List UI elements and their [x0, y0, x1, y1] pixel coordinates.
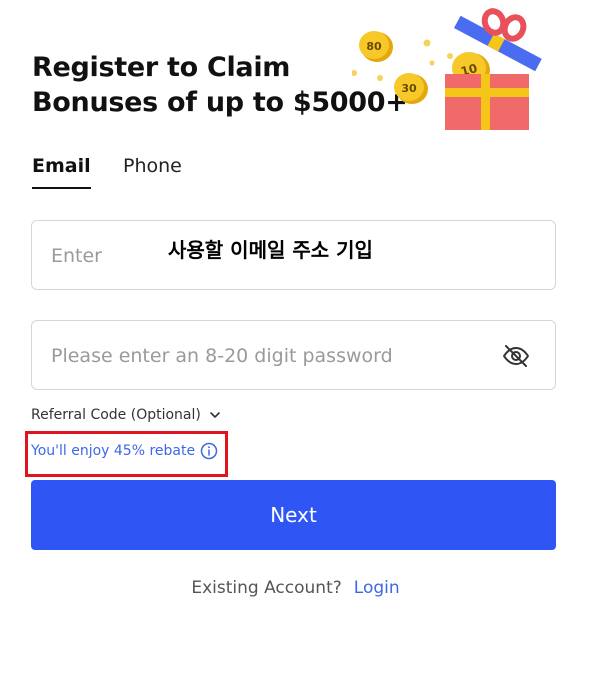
coin-dot: [352, 70, 357, 76]
coin-30: 30: [394, 73, 428, 104]
login-link[interactable]: Login: [354, 578, 400, 598]
existing-account-text: Existing Account?: [191, 578, 342, 598]
rebate-text: You'll enjoy 45% rebate: [31, 443, 196, 459]
password-field[interactable]: Please enter an 8-20 digit password: [31, 320, 556, 390]
coin-80-label: 80: [366, 40, 382, 53]
coin-dot: [429, 60, 435, 66]
coin-dot: [377, 75, 383, 81]
eye-off-icon[interactable]: [501, 341, 531, 371]
next-button[interactable]: Next: [31, 480, 556, 550]
coin-dot: [423, 39, 431, 47]
coin-dot: [447, 53, 453, 59]
email-annotation-text: 사용할 이메일 주소 기입: [168, 238, 373, 262]
coin-80: 80: [359, 31, 393, 62]
tab-phone[interactable]: Phone: [123, 154, 182, 178]
password-placeholder: Please enter an 8-20 digit password: [51, 345, 393, 367]
referral-code-toggle[interactable]: Referral Code (Optional): [31, 404, 221, 426]
info-icon[interactable]: [200, 442, 218, 460]
gift-box: [445, 74, 529, 130]
email-field[interactable]: Enter 사용할 이메일 주소 기입: [31, 220, 556, 290]
coin-30-label: 30: [401, 82, 417, 95]
email-placeholder: Enter: [51, 245, 102, 267]
chevron-down-icon: [210, 412, 220, 418]
existing-account-row: Existing Account? Login: [0, 577, 591, 599]
tab-email[interactable]: Email: [32, 154, 91, 189]
rebate-info: You'll enjoy 45% rebate: [31, 440, 218, 462]
gift-coins-illustration: 80 30 10: [352, 8, 542, 130]
referral-label: Referral Code (Optional): [31, 407, 201, 423]
